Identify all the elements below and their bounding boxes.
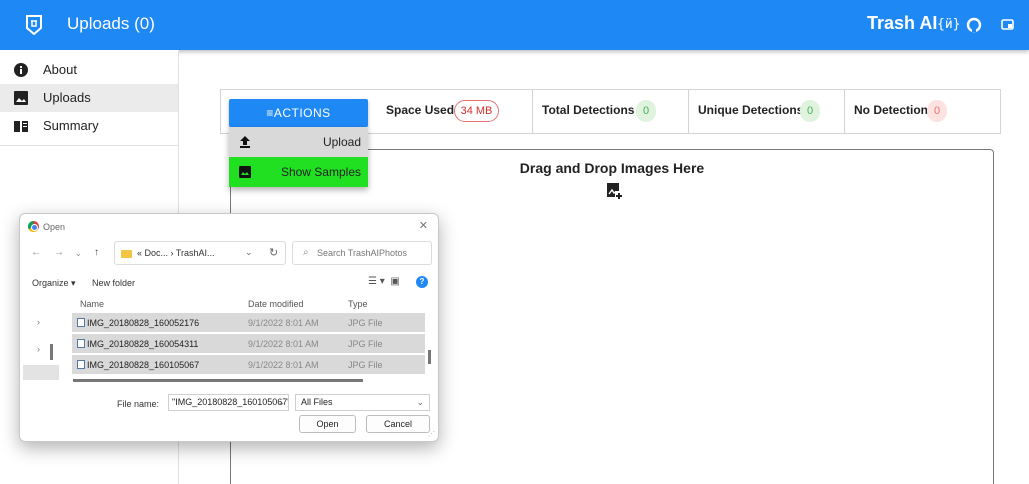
file-type-select[interactable]: All Files ⌄ (295, 394, 430, 411)
file-icon (77, 318, 85, 327)
chrome-icon (28, 221, 39, 232)
folder-icon (121, 250, 132, 258)
search-icon: ⌕ (303, 247, 309, 258)
file-row[interactable]: IMG_20180828_160054311 9/1/2022 8:01 AM … (72, 334, 425, 353)
file-type: JPG File (348, 360, 383, 370)
actions-button[interactable]: ≡ACTIONS (229, 99, 368, 127)
vertical-scrollbar[interactable] (428, 350, 431, 364)
braces-icon[interactable]: {ӥ} (937, 15, 960, 35)
column-header-date[interactable]: Date modified (248, 299, 304, 309)
organize-menu[interactable]: Organize ▾ (32, 278, 76, 289)
up-icon[interactable]: ↑ (94, 247, 99, 258)
file-row[interactable]: IMG_20180828_160105067 9/1/2022 8:01 AM … (72, 355, 425, 374)
file-name: IMG_20180828_160054311 (87, 339, 199, 349)
stat-total-detections: Total Detections 0 (533, 90, 689, 133)
sidebar-item-about[interactable]: About (0, 56, 178, 84)
chevron-down-icon[interactable]: ⌄ (277, 397, 285, 408)
space-used-badge: 34 MB (454, 100, 499, 122)
refresh-icon[interactable]: ↻ (269, 246, 278, 259)
chevron-down-icon[interactable]: ⌄ (245, 247, 253, 258)
address-bar[interactable]: « Doc... › TrashAI... ⌄ ↻ (114, 241, 286, 265)
actions-menu: Upload Show Samples (229, 127, 368, 187)
file-name-label: File name: (117, 399, 160, 409)
stat-label: No Detections (854, 103, 935, 117)
chevron-down-icon: ⌄ (416, 397, 424, 407)
image-icon (239, 166, 251, 178)
actions-label: ACTIONS (273, 106, 331, 120)
search-box[interactable]: ⌕ (292, 241, 432, 265)
brand-name: Trash AI (867, 13, 938, 33)
file-name: IMG_20180828_160105067 (87, 360, 200, 370)
back-icon[interactable]: ← (31, 247, 41, 258)
file-name-input[interactable]: "IMG_20180828_160105067" "IMG_2C ⌄ (168, 394, 289, 411)
address-path: « Doc... › TrashAI... (137, 248, 215, 258)
horizontal-scrollbar[interactable] (73, 379, 363, 382)
file-list: Name Date modified Type IMG_20180828_160… (72, 293, 425, 385)
stat-label: Space Used (386, 103, 455, 117)
app-bar: Uploads (0) Trash AI {ӥ} (0, 0, 1029, 50)
file-type: JPG File (348, 339, 383, 349)
info-icon (14, 63, 28, 77)
file-name-value: "IMG_20180828_160105067" "IMG_2C (172, 397, 289, 407)
recent-chevron-icon[interactable]: ⌄ (75, 249, 82, 258)
image-icon (14, 91, 28, 105)
expand-icon[interactable]: › (37, 344, 40, 354)
file-date: 9/1/2022 8:01 AM (248, 318, 319, 328)
file-icon (77, 339, 85, 348)
sidebar-item-summary[interactable]: Summary (0, 112, 178, 140)
stat-no-detections: No Detections 0 (845, 90, 1000, 133)
forward-icon[interactable]: → (54, 247, 64, 258)
new-folder-button[interactable]: New folder (92, 278, 135, 288)
menu-item-label: Upload (322, 135, 361, 149)
navigation-selected-item[interactable] (23, 365, 59, 380)
file-date: 9/1/2022 8:01 AM (248, 339, 319, 349)
stat-space-used: Space Used 34 MB (376, 90, 533, 133)
column-header-type[interactable]: Type (348, 299, 368, 309)
nav-scrollbar[interactable] (50, 344, 53, 360)
stat-unique-detections: Unique Detections 0 (689, 90, 845, 133)
image-add-icon (607, 183, 622, 199)
open-file-dialog: Open ✕ ← → ⌄ ↑ « Doc... › TrashAI... ⌄ ↻… (19, 213, 439, 442)
stat-label: Unique Detections (698, 103, 804, 117)
menu-item-label: Show Samples (280, 165, 361, 179)
book-icon (14, 121, 28, 132)
sidebar-item-uploads[interactable]: Uploads (0, 84, 178, 112)
logo-icon[interactable] (25, 15, 43, 35)
resize-grip-icon[interactable]: ⋰ (428, 430, 435, 438)
menu-item-show-samples[interactable]: Show Samples (229, 157, 368, 187)
file-icon (77, 360, 85, 369)
file-name: IMG_20180828_160052176 (87, 318, 200, 328)
file-list-header: Name Date modified Type (72, 293, 425, 313)
help-icon[interactable]: ? (416, 276, 428, 288)
file-type: JPG File (348, 318, 383, 328)
upload-icon (240, 136, 250, 148)
page-title: Uploads (0) (67, 14, 155, 33)
file-date: 9/1/2022 8:01 AM (248, 360, 319, 370)
sidebar-divider (0, 145, 178, 146)
column-header-name[interactable]: Name (80, 299, 104, 309)
file-row[interactable]: IMG_20180828_160052176 9/1/2022 8:01 AM … (72, 313, 425, 332)
total-detections-badge: 0 (636, 100, 656, 122)
unique-detections-badge: 0 (800, 100, 820, 122)
menu-icon: ≡ (266, 106, 274, 120)
expand-icon[interactable]: › (37, 317, 40, 327)
stat-label: Total Detections (542, 103, 635, 117)
close-icon[interactable]: ✕ (419, 219, 428, 232)
open-button[interactable]: Open (299, 415, 356, 433)
sidebar-item-label: About (43, 62, 77, 77)
window-icon[interactable] (1001, 15, 1015, 35)
search-input[interactable] (317, 246, 427, 260)
no-detections-badge: 0 (927, 100, 947, 122)
sidebar-item-label: Summary (43, 118, 99, 133)
dialog-title: Open (43, 222, 66, 232)
github-icon[interactable] (966, 15, 982, 35)
view-options-icon[interactable]: ☰ ▾ ▣ (368, 276, 400, 287)
sidebar-item-label: Uploads (43, 90, 91, 105)
cancel-button[interactable]: Cancel (366, 415, 430, 433)
navigation-pane: › › (21, 293, 59, 385)
menu-item-upload[interactable]: Upload (229, 127, 368, 157)
file-type-value: All Files (301, 397, 333, 407)
